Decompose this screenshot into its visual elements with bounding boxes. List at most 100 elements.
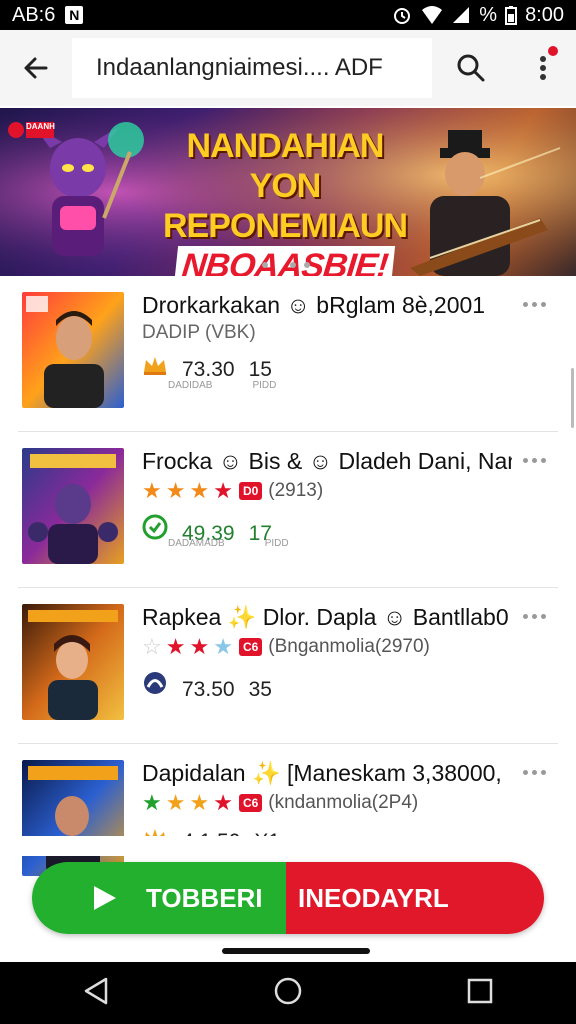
star-icon: ★ [142, 790, 162, 815]
search-field[interactable]: Indaanlangniaimesi.... ADF [72, 38, 432, 98]
star-rating: ☆ ★ ★ ★ [142, 636, 233, 658]
star-rating: ★ ★ ★ ★ [142, 792, 233, 814]
back-arrow-icon [24, 57, 48, 79]
item-menu-button[interactable] [516, 448, 552, 472]
clock: 8:00 [525, 3, 564, 26]
stat-tag: PIDD [252, 380, 277, 391]
app-thumbnail [22, 604, 124, 720]
status-text: AB:6 [12, 3, 56, 26]
stat-tag: PIDD [264, 538, 289, 549]
search-button[interactable] [432, 30, 510, 106]
nav-recents-button[interactable] [466, 977, 494, 1010]
star-icon: ★ [213, 790, 233, 815]
star-icon: ★ [165, 478, 186, 503]
app-title: Dapidalan ✨ [Maneskam 3,38000, [142, 760, 502, 786]
list-fade [0, 836, 576, 856]
status-bar: AB:6 N % 8:00 [0, 0, 576, 30]
search-text: Indaanlangniaimesi.... ADF [96, 54, 383, 81]
app-thumbnail [22, 292, 124, 408]
app-thumbnail [22, 448, 124, 564]
recents-square-icon [468, 978, 493, 1003]
app-list: Drorkarkakan ☺ bRglam 8è,2001 DADIP (VBK… [0, 276, 576, 900]
list-item[interactable]: Drorkarkakan ☺ bRglam 8è,2001 DADIP (VBK… [18, 276, 558, 432]
item-menu-button[interactable] [516, 760, 552, 784]
stat-caption: DADIDAB [168, 380, 213, 391]
banner-line-3: NBOAASBIE! [174, 246, 396, 276]
battery-percent: % [479, 3, 498, 26]
battery-icon [505, 6, 518, 25]
app-rating: ★ ★ ★ ★ D0 (2913) [142, 480, 323, 502]
rating-badge: C6 [238, 794, 263, 812]
rating-badge: C6 [238, 638, 263, 656]
item-menu-button[interactable] [516, 604, 552, 628]
notification-icon: N [65, 6, 84, 24]
review-count: (kndanmolia(2P4) [268, 792, 419, 813]
banner-title: NANDAHIAN YON REPONEMIAUN NBOAASBIE! [160, 126, 410, 276]
rating-badge: D0 [238, 482, 263, 500]
notification-dot [548, 46, 558, 56]
nav-home-button[interactable] [273, 976, 303, 1011]
app-bar: Indaanlangniaimesi.... ADF [0, 30, 576, 106]
primary-action-label: TOBBERI [146, 882, 263, 913]
back-triangle-icon [84, 977, 107, 1004]
pager-dot[interactable] [304, 262, 310, 268]
star-icon: ★ [142, 478, 162, 503]
rating-count: 15 [248, 358, 272, 381]
nav-back-button[interactable] [82, 976, 110, 1011]
star-icon: ★ [189, 634, 210, 659]
app-subtitle: DADIP (VBK) [142, 322, 256, 343]
rating-value: 73.30 [182, 358, 235, 381]
overflow-menu-button[interactable] [510, 30, 576, 106]
review-count: (2913) [268, 480, 324, 501]
star-outline-icon: ☆ [142, 634, 162, 659]
star-icon: ★ [165, 790, 186, 815]
banner-line-1: NANDAHIAN YON [186, 127, 385, 205]
app-stats: 73.30 15 [142, 354, 272, 382]
back-button[interactable] [0, 30, 72, 106]
list-item[interactable]: Frocka ☺ Bis & ☺ Dladeh Dani, Nand ★ ★ ★… [18, 432, 558, 588]
app-stats: 73.50 35 [142, 670, 272, 702]
system-nav-bar [0, 962, 576, 1024]
gesture-handle[interactable] [222, 948, 370, 954]
app-rating: ★ ★ ★ ★ C6 (kndanmolia(2P4) [142, 792, 418, 814]
rating-value: 73.50 [182, 678, 235, 701]
secondary-action-label: INEODAYRL [298, 882, 449, 913]
signal-icon [453, 7, 470, 23]
status-left: AB:6 N [12, 3, 84, 27]
review-count: (Bnganmolia(2970) [268, 636, 430, 657]
app-title: Frocka ☺ Bis & ☺ Dladeh Dani, Nand [142, 448, 512, 474]
home-circle-icon [274, 977, 302, 1004]
banner-pager [262, 262, 310, 268]
play-icon [94, 886, 116, 910]
stat-caption: DADAMADB [168, 538, 225, 549]
search-icon [457, 54, 485, 82]
star-icon: ★ [189, 790, 210, 815]
banner-badge-text: DAANH [26, 122, 55, 131]
app-rating: ☆ ★ ★ ★ C6 (Bnganmolia(2970) [142, 636, 430, 658]
app-thumbnail [22, 760, 124, 876]
alarm-icon [394, 8, 411, 24]
star-icon: ★ [165, 634, 186, 659]
status-right: % 8:00 [391, 4, 564, 27]
rating-count: 35 [248, 678, 272, 701]
pager-dot[interactable] [290, 262, 296, 268]
app-title: Drorkarkakan ☺ bRglam 8è,2001 [142, 292, 486, 318]
star-icon: ★ [213, 634, 233, 659]
item-menu-button[interactable] [516, 292, 552, 316]
app-title: Rapkea ✨ Dlor. Dapla ☺ Bantllab0 [142, 604, 509, 630]
circle-logo-icon [144, 672, 166, 694]
pager-dot-active[interactable] [276, 262, 282, 268]
list-item[interactable]: Rapkea ✨ Dlor. Dapla ☺ Bantllab0 ☆ ★ ★ ★… [18, 588, 558, 744]
banner-line-2: REPONEMIAUN [162, 207, 408, 245]
secondary-action-button[interactable]: INEODAYRL [286, 862, 544, 934]
star-icon: ★ [189, 478, 210, 503]
scrollbar[interactable] [571, 368, 574, 428]
shield-check-icon [142, 514, 168, 540]
wifi-icon [422, 6, 443, 24]
pager-dot[interactable] [262, 262, 268, 268]
promo-banner[interactable]: NANDAHIAN YON REPONEMIAUN NBOAASBIE! DAA… [0, 108, 576, 276]
primary-action-button[interactable]: TOBBERI [32, 862, 286, 934]
star-icon: ★ [213, 478, 233, 503]
crown-icon [144, 357, 166, 375]
action-bar: TOBBERI INEODAYRL [32, 862, 544, 934]
